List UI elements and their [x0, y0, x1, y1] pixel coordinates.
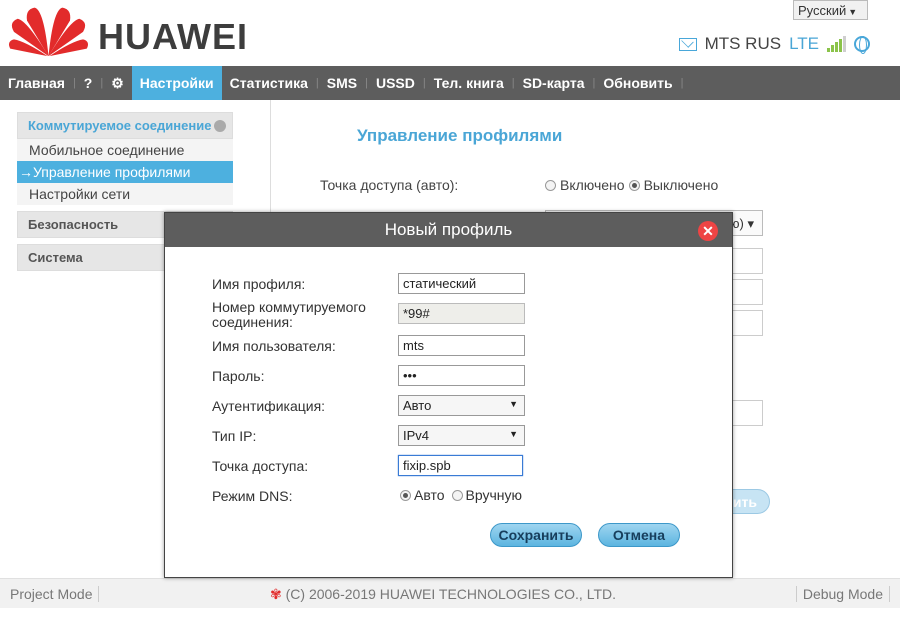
sidebar-item-label: Управление профилями — [33, 164, 191, 180]
dialog-header: Новый профиль ✕ — [165, 213, 732, 247]
nav-sd-card[interactable]: SD-карта — [515, 66, 593, 100]
arrow-right-icon: → — [19, 164, 33, 180]
sidebar-item-network-settings[interactable]: Настройки сети — [17, 183, 233, 205]
satellite-icon: ⚙ — [111, 74, 124, 91]
nav-phonebook[interactable]: Тел. книга — [426, 66, 512, 100]
dns-auto-radio[interactable] — [400, 489, 411, 501]
ip-type-label: Тип IP: — [212, 428, 257, 444]
dial-number-label: Номер коммутируемого соединения: — [212, 299, 366, 330]
apn-label: Точка доступа: — [212, 458, 309, 474]
apn-input[interactable]: fixip.spb — [398, 455, 523, 476]
username-label: Имя пользователя: — [212, 338, 336, 354]
huawei-small-logo-icon: ✾ — [270, 586, 282, 602]
nav-ussd[interactable]: USSD — [368, 66, 423, 100]
apn-auto-off-radio[interactable] — [628, 179, 640, 191]
page-title: Управление профилями — [357, 126, 563, 145]
sidebar-group-dialup[interactable]: Коммутируемое соединение — [17, 112, 233, 139]
dialog-title: Новый профиль — [384, 220, 513, 239]
nav-sms[interactable]: SMS — [319, 66, 365, 100]
chevron-down-icon: ▼ — [509, 399, 518, 409]
dns-manual-label: Вручную — [465, 487, 523, 503]
language-label: Русский — [798, 3, 847, 18]
password-input[interactable]: ••• — [398, 365, 525, 386]
nav-home[interactable]: Главная — [0, 66, 73, 100]
apn-auto-on-label: Включено — [560, 177, 625, 193]
dns-mode-radio-group: Авто Вручную — [400, 487, 522, 503]
apn-auto-radio-group: Включено Выключено — [545, 177, 718, 193]
dial-number-input: *99# — [398, 303, 525, 324]
dns-auto-label: Авто — [414, 487, 445, 503]
mail-icon[interactable] — [678, 37, 697, 51]
globe-icon — [854, 36, 870, 54]
username-input[interactable]: mts — [398, 335, 525, 356]
operator-name: MTS RUS — [704, 34, 782, 53]
nav-wizard[interactable]: ⚙ — [103, 66, 132, 100]
save-button[interactable]: Сохранить — [490, 523, 582, 547]
status-bar: MTS RUS LTE — [678, 34, 870, 54]
ip-type-select-value: IPv4 — [403, 428, 430, 443]
apn-auto-off-label: Выключено — [643, 177, 719, 193]
auth-select-value: Авто — [403, 398, 432, 413]
sidebar-group-label: Коммутируемое соединение — [28, 118, 212, 133]
collapse-icon — [214, 120, 226, 132]
nav-settings[interactable]: Настройки — [131, 66, 222, 100]
ip-type-select[interactable]: IPv4 ▼ — [398, 425, 525, 446]
profile-name-input[interactable]: статический — [398, 273, 525, 294]
auth-select[interactable]: Авто ▼ — [398, 395, 525, 416]
copyright-text: (C) 2006-2019 HUAWEI TECHNOLOGIES CO., L… — [285, 586, 617, 602]
chevron-down-icon: ▼ — [848, 7, 858, 17]
new-profile-dialog: Новый профиль ✕ Имя профиля: статический… — [164, 212, 733, 578]
network-type: LTE — [789, 34, 819, 53]
project-mode-link[interactable]: Project Mode — [4, 586, 100, 602]
profile-name-label: Имя профиля: — [212, 276, 306, 292]
nav-update[interactable]: Обновить — [595, 66, 680, 100]
chevron-down-icon: ▼ — [509, 429, 518, 439]
apn-auto-label: Точка доступа (авто): — [320, 177, 459, 193]
header: HUAWEI Русский ▼ MTS RUS LTE — [0, 0, 900, 72]
sidebar-item-profile-management[interactable]: →Управление профилями — [17, 161, 233, 183]
debug-mode-link[interactable]: Debug Mode — [795, 586, 890, 602]
main-nav: Главная | ? | ⚙ Настройки Статистика | S… — [0, 66, 900, 100]
language-select[interactable]: Русский ▼ — [793, 0, 868, 20]
sidebar-item-mobile-connection[interactable]: Мобильное соединение — [17, 139, 233, 161]
brand-name: HUAWEI — [98, 16, 248, 57]
signal-icon — [827, 36, 846, 52]
huawei-logo-icon — [8, 7, 89, 57]
footer: Project Mode ✾ (C) 2006-2019 HUAWEI TECH… — [0, 578, 900, 608]
cancel-button[interactable]: Отмена — [598, 523, 680, 547]
dns-manual-radio[interactable] — [451, 489, 463, 501]
dns-mode-label: Режим DNS: — [212, 488, 293, 504]
auth-label: Аутентификация: — [212, 398, 326, 414]
nav-statistics[interactable]: Статистика — [222, 66, 316, 100]
password-label: Пароль: — [212, 368, 265, 384]
nav-separator: | — [680, 77, 684, 89]
copyright: ✾ (C) 2006-2019 HUAWEI TECHNOLOGIES CO.,… — [270, 586, 616, 603]
close-icon[interactable]: ✕ — [698, 221, 718, 241]
nav-help[interactable]: ? — [76, 66, 101, 100]
apn-auto-on-radio[interactable] — [545, 179, 556, 191]
